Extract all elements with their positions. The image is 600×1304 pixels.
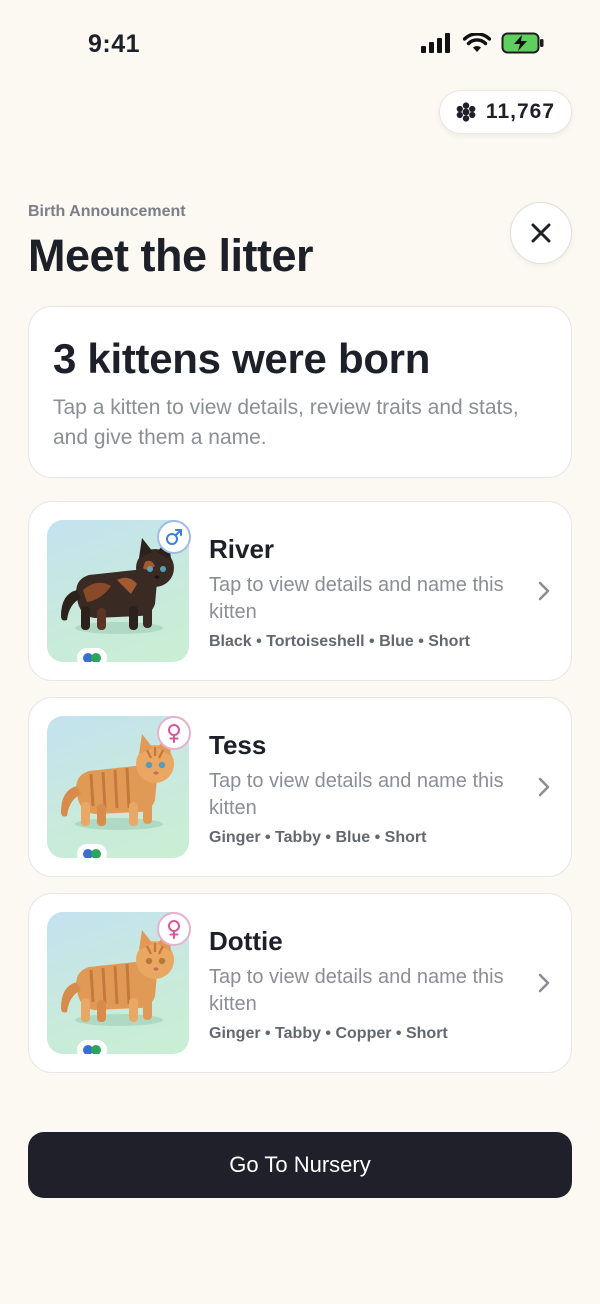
gene-indicator (77, 1040, 107, 1054)
litter-summary-card: 3 kittens were born Tap a kitten to view… (28, 306, 572, 478)
chevron-right-icon (538, 581, 550, 601)
female-badge (157, 912, 191, 946)
female-icon (168, 724, 180, 743)
kitten-name: Dottie (209, 926, 283, 956)
male-badge (157, 520, 191, 554)
summary-title: 3 kittens were born (53, 335, 431, 382)
female-badge (157, 716, 191, 750)
currency-value: 11,767 (485, 100, 555, 123)
kitten-description: Tap to view details and name this kitten (209, 966, 504, 1015)
close-button[interactable] (510, 202, 572, 264)
status-time: 9:41 (88, 30, 141, 58)
page-title: Meet the litter (28, 230, 314, 281)
wifi-icon (463, 33, 491, 52)
go-to-nursery-button[interactable]: Go To Nursery (28, 1132, 572, 1198)
chevron-right-icon (538, 777, 550, 797)
close-icon (531, 223, 551, 243)
kitten-card-tess[interactable]: Tess Tap to view details and name this k… (28, 697, 572, 877)
kitten-name: River (209, 534, 275, 564)
gene-indicator (77, 648, 107, 662)
kitten-traits: Ginger • Tabby • Copper • Short (209, 1025, 448, 1042)
kitten-card-dottie[interactable]: Dottie Tap to view details and name this… (28, 893, 572, 1073)
battery-charging-icon (501, 32, 544, 54)
status-bar: 9:41 (0, 0, 600, 90)
kitten-description: Tap to view details and name this kitten (209, 574, 504, 623)
currency-balance[interactable]: 11,767 (438, 90, 572, 134)
female-icon (168, 920, 180, 939)
page-eyebrow: Birth Announcement (28, 203, 186, 220)
kitten-traits: Ginger • Tabby • Blue • Short (209, 829, 427, 846)
kitten-name: Tess (209, 730, 267, 760)
cellular-signal-icon (421, 33, 450, 53)
kitten-description: Tap to view details and name this kitten (209, 770, 504, 819)
male-icon (166, 529, 182, 545)
paw-icon (456, 102, 476, 122)
kitten-card-river[interactable]: River Tap to view details and name this … (28, 501, 572, 681)
status-icons (421, 32, 545, 54)
summary-description: Tap a kitten to view details, review tra… (53, 396, 519, 449)
chevron-right-icon (538, 973, 550, 993)
gene-indicator (77, 844, 107, 858)
kitten-traits: Black • Tortoiseshell • Blue • Short (209, 633, 471, 650)
